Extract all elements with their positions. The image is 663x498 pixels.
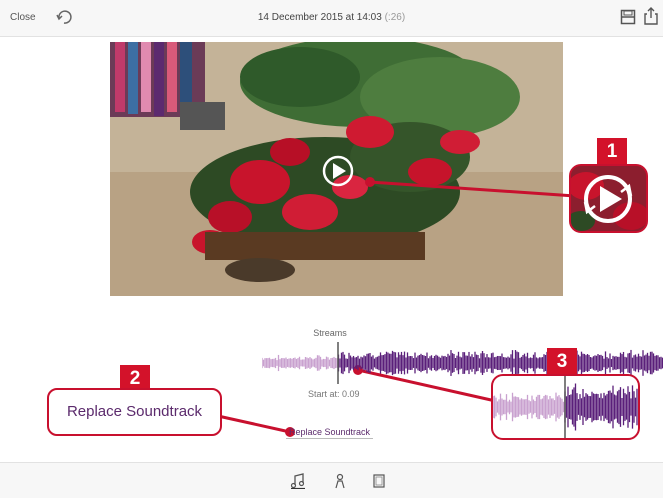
clip-duration: (:26) [384,12,406,23]
play-icon-zoom [569,164,648,233]
clip-date: 14 December 2015 at 14:03 [257,12,382,23]
replace-soundtrack-callout: Replace Soundtrack [47,388,222,436]
play-icon [571,166,646,231]
callout-number-1: 1 [597,138,627,166]
waveform-zoom [491,374,640,440]
top-toolbar: Close 14 December 2015 at 14:03 (:26) [0,0,663,37]
bottom-toolbar [0,462,663,498]
start-time-label: Start at: 0.09 [308,389,360,399]
replace-soundtrack-button[interactable]: Replace Soundtrack [286,426,374,439]
share-icon[interactable] [643,7,659,25]
callout-number-3: 3 [547,348,577,376]
clip-title: 14 December 2015 at 14:03 (:26) [0,12,663,23]
video-frame-image [110,42,563,296]
video-preview[interactable] [110,42,563,296]
person-icon[interactable] [332,473,348,489]
waveform-zoom-image [493,376,638,438]
save-icon[interactable] [620,9,636,25]
replace-soundtrack-callout-label: Replace Soundtrack [66,403,203,420]
streams-label[interactable]: Streams [300,328,360,338]
frame-icon[interactable] [371,473,387,489]
music-note-icon[interactable] [290,473,306,489]
